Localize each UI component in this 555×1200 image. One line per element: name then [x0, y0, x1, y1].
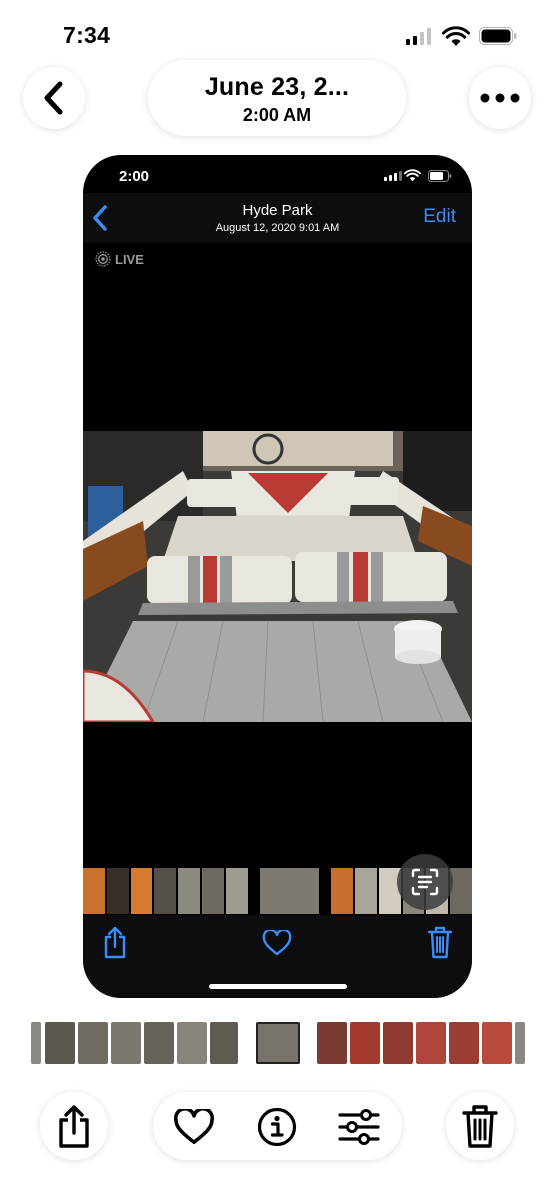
- photo-date: June 23, 2...: [204, 73, 350, 101]
- thumbnail[interactable]: [111, 1022, 141, 1064]
- thumbnail[interactable]: [515, 1022, 525, 1064]
- heart-icon[interactable]: [173, 1109, 215, 1145]
- wifi-icon: [442, 26, 470, 46]
- sliders-icon[interactable]: [338, 1109, 380, 1145]
- thumbnail-filmstrip[interactable]: [31, 1022, 525, 1064]
- thumbnail[interactable]: [45, 1022, 75, 1064]
- inner-share-icon: [104, 926, 126, 959]
- inner-trash-icon: [427, 926, 453, 959]
- thumbnail[interactable]: [144, 1022, 174, 1064]
- info-icon[interactable]: [257, 1107, 297, 1147]
- date-title-pill[interactable]: June 23, 2... 2:00 AM: [148, 60, 406, 136]
- inner-edit-label: Edit: [423, 206, 456, 227]
- inner-status-time: 2:00: [119, 168, 150, 185]
- thumbnail[interactable]: [317, 1022, 347, 1064]
- inner-signal-icon: [384, 171, 402, 181]
- chevron-left-icon: [44, 81, 63, 115]
- thumbnail[interactable]: [383, 1022, 413, 1064]
- status-time: 7:34: [63, 22, 111, 48]
- thumbnail[interactable]: [177, 1022, 207, 1064]
- trash-icon: [462, 1105, 498, 1148]
- photo-actions-pill: [153, 1092, 402, 1160]
- cellular-signal-icon: [406, 28, 431, 45]
- photo-time: 2:00 AM: [242, 105, 312, 125]
- share-button[interactable]: [40, 1092, 108, 1160]
- thumbnail[interactable]: [416, 1022, 446, 1064]
- delete-button[interactable]: [446, 1092, 514, 1160]
- thumbnail[interactable]: [350, 1022, 380, 1064]
- inner-album-title: Hyde Park: [242, 202, 313, 219]
- back-button[interactable]: [23, 67, 85, 129]
- live-photo-icon: [95, 251, 111, 267]
- inner-date-time: August 12, 2020 9:01 AM: [215, 222, 340, 234]
- ellipsis-icon: [480, 93, 520, 103]
- battery-icon: [479, 27, 517, 45]
- inner-heart-icon: [262, 930, 292, 956]
- thumbnail[interactable]: [78, 1022, 108, 1064]
- thumbnail[interactable]: [31, 1022, 41, 1064]
- inner-live-text-button: [397, 854, 453, 910]
- text-scan-icon: [411, 868, 439, 896]
- inner-battery-icon: [428, 170, 452, 182]
- inner-live-label: LIVE: [115, 251, 144, 267]
- thumbnail-current[interactable]: [256, 1022, 300, 1064]
- inner-home-indicator: [209, 984, 347, 989]
- thumbnail[interactable]: [482, 1022, 512, 1064]
- thumbnail[interactable]: [210, 1022, 238, 1064]
- inner-nav-bar: Hyde Park August 12, 2020 9:01 AM Edit: [83, 193, 472, 243]
- thumbnail[interactable]: [449, 1022, 479, 1064]
- boat-seat-photo: [83, 431, 472, 722]
- inner-wifi-icon: [404, 169, 421, 182]
- share-icon: [59, 1105, 89, 1148]
- screenshot-photo[interactable]: 2:00 Hyde Park August 12, 2020 9:01 AM E…: [83, 155, 472, 998]
- more-button[interactable]: [469, 67, 531, 129]
- inner-live-badge: LIVE: [95, 251, 144, 267]
